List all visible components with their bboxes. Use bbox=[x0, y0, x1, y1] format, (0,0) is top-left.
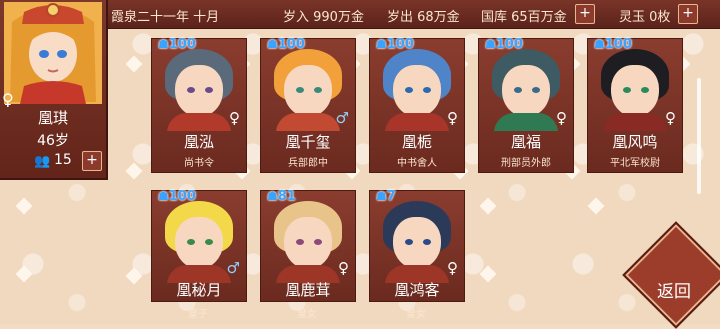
affection-icon: ☗ bbox=[267, 37, 278, 51]
affection-badge: ☗100 bbox=[376, 37, 414, 52]
leader-portrait bbox=[4, 2, 102, 104]
expense-label: 岁出 68万金 bbox=[387, 10, 460, 25]
affection-badge: ☗81 bbox=[267, 189, 296, 204]
affection-icon: ☗ bbox=[376, 37, 387, 51]
treasury-label: 国库 65百万金 bbox=[481, 10, 567, 25]
gender-female-icon: ♀ bbox=[665, 109, 676, 127]
affection-badge: ☗100 bbox=[158, 37, 196, 52]
character-title: 皇女 bbox=[406, 309, 426, 320]
return-button-label[interactable]: 返回 bbox=[648, 277, 700, 302]
character-title: 平北军校尉 bbox=[610, 158, 660, 169]
scrollbar[interactable] bbox=[697, 78, 701, 194]
date-label: 霞泉二十一年 十月 bbox=[111, 10, 220, 25]
affection-icon: ☗ bbox=[158, 189, 169, 203]
affection-icon: ☗ bbox=[158, 37, 169, 51]
follower-count: 15 bbox=[54, 152, 72, 168]
jade-add-button[interactable]: + bbox=[678, 4, 698, 24]
character-card[interactable]: ☗100 凰福 ♀ 刑部员外郎 bbox=[478, 37, 574, 173]
character-name: 凰秘月 bbox=[176, 281, 222, 299]
gender-female-icon: ♀ bbox=[556, 109, 567, 127]
affection-icon: ☗ bbox=[376, 189, 387, 203]
character-title: 皇子 bbox=[188, 309, 208, 320]
character-title: 尚书令 bbox=[184, 158, 214, 169]
gender-male-icon: ♂ bbox=[335, 109, 349, 127]
resource-bar: 霞泉二十一年 十月 岁入 990万金 岁出 68万金 国库 65百万金 + 灵玉… bbox=[105, 0, 720, 29]
treasury-add-button[interactable]: + bbox=[575, 4, 595, 24]
gender-female-icon: ♀ bbox=[338, 259, 349, 277]
character-title: 刑部员外郎 bbox=[501, 158, 551, 169]
affection-icon: ☗ bbox=[594, 37, 605, 51]
affection-badge: ☗100 bbox=[158, 189, 196, 204]
gender-female-icon: ♀ bbox=[229, 109, 240, 127]
leader-age: 46岁 bbox=[37, 133, 69, 149]
gender-female-icon: ♀ bbox=[447, 109, 458, 127]
character-title: 兵部郎中 bbox=[288, 158, 328, 169]
character-name: 凰鹿茸 bbox=[285, 281, 331, 299]
affection-badge: ☗7 bbox=[376, 189, 396, 204]
affection-icon: ☗ bbox=[267, 189, 278, 203]
affection-badge: ☗100 bbox=[594, 37, 632, 52]
character-name: 凰鸿客 bbox=[394, 281, 440, 299]
character-card[interactable]: ☗100 凰栀 ♀ 中书舍人 bbox=[369, 37, 465, 173]
character-name: 凰泓 bbox=[183, 133, 214, 151]
character-title: 皇女 bbox=[297, 309, 317, 320]
character-card[interactable]: ☗100 凰千玺 ♂ 兵部郎中 bbox=[260, 37, 356, 173]
character-name: 凰栀 bbox=[401, 133, 432, 151]
gender-female-icon: ♀ bbox=[447, 259, 458, 277]
character-name: 凰福 bbox=[510, 133, 541, 151]
jade-label: 灵玉 0枚 bbox=[619, 10, 671, 25]
character-card[interactable]: ☗100 凰泓 ♀ 尚书令 bbox=[151, 37, 247, 173]
leader-name: 凰琪 bbox=[37, 109, 68, 127]
follower-icon: 👥 bbox=[34, 154, 51, 169]
character-title: 中书舍人 bbox=[397, 158, 437, 169]
affection-badge: ☗100 bbox=[485, 37, 523, 52]
character-card[interactable]: ☗100 凰风鸣 ♀ 平北军校尉 bbox=[587, 37, 683, 173]
character-card[interactable]: ☗7 凰鸿客 ♀ bbox=[369, 189, 465, 302]
character-name: 凰风鸣 bbox=[612, 133, 658, 151]
gender-male-icon: ♂ bbox=[226, 259, 240, 277]
leader-add-button[interactable]: + bbox=[82, 151, 102, 171]
character-card[interactable]: ☗100 凰秘月 ♂ bbox=[151, 189, 247, 302]
affection-icon: ☗ bbox=[485, 37, 496, 51]
affection-badge: ☗100 bbox=[267, 37, 305, 52]
character-name: 凰千玺 bbox=[285, 133, 331, 151]
income-label: 岁入 990万金 bbox=[283, 10, 364, 25]
leader-panel[interactable]: ♀ 凰琪 46岁 👥 15 + bbox=[0, 0, 108, 180]
character-card[interactable]: ☗81 凰鹿茸 ♀ bbox=[260, 189, 356, 302]
